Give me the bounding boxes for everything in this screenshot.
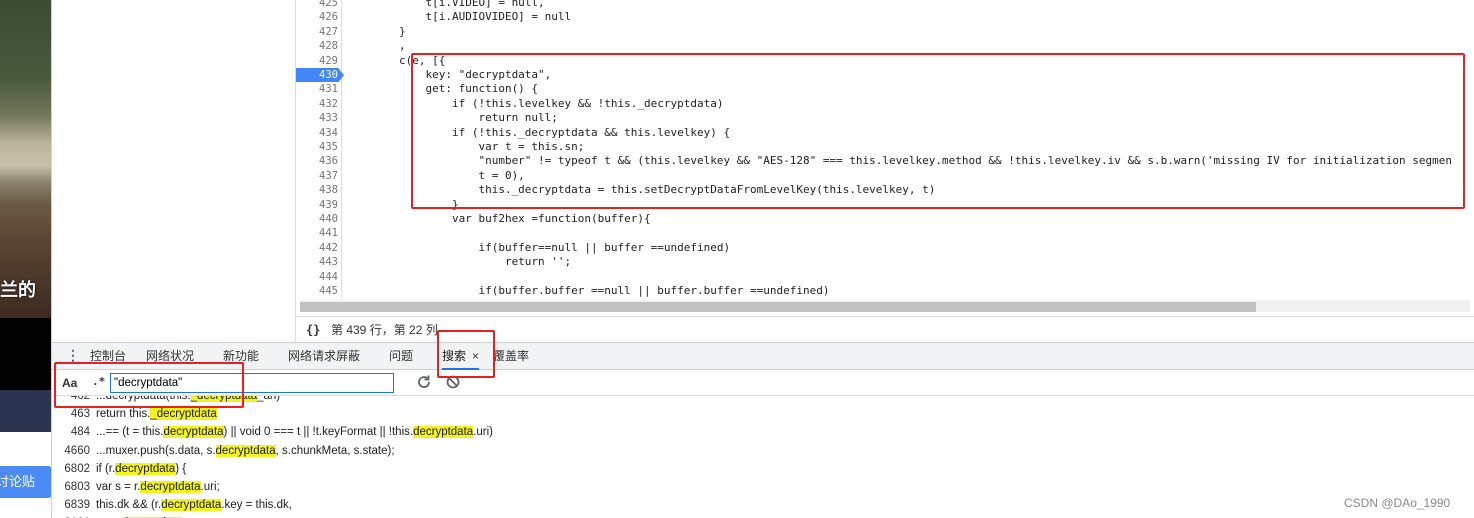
result-line-number: 6839 (64, 499, 90, 512)
video-caption: 兰的 (0, 280, 36, 301)
line-number[interactable]: 443 (296, 255, 338, 269)
sources-file-tree[interactable] (52, 0, 296, 342)
video-thumbnail[interactable] (0, 0, 51, 318)
result-text: ) { (175, 462, 187, 475)
code-line[interactable]: 442 if(buffer==null || buffer ==undefine… (296, 241, 1474, 255)
annotation-box-code (411, 53, 1465, 209)
result-text: var s = r. (96, 481, 141, 493)
code-line[interactable]: 444 (296, 270, 1474, 284)
result-text: , s.chunkMeta, s.state); (275, 444, 395, 457)
result-text: .uri; (200, 481, 220, 493)
pretty-print-button[interactable]: {} (306, 317, 320, 343)
result-text: .uri) (473, 426, 493, 439)
search-result-row[interactable]: 6802 if (r.decryptdata) { (52, 460, 186, 478)
line-number[interactable]: 433 (296, 111, 338, 125)
match-highlight: decryptdata (215, 444, 276, 457)
code-line[interactable]: 426 t[i.AUDIOVIDEO] = null (296, 10, 1474, 24)
search-result-row[interactable]: 4660 ...muxer.push(s.data, s.decryptdata,… (52, 442, 395, 460)
line-number[interactable]: 439 (296, 198, 338, 212)
match-highlight: decryptdata (115, 462, 176, 475)
line-number[interactable]: 432 (296, 97, 338, 111)
line-number[interactable]: 426 (296, 10, 338, 24)
line-number[interactable]: 427 (296, 25, 338, 39)
code-text: if(buffer.buffer ==null || buffer.buffer… (346, 284, 830, 297)
code-text: } (346, 24, 406, 38)
code-text: if(buffer==null || buffer ==undefined) (346, 240, 731, 254)
code-text: var buf2hex =function(buffer){ (346, 212, 651, 225)
watermark: CSDN @DAo_1990 (1344, 496, 1451, 510)
line-number[interactable]: 444 (296, 270, 338, 284)
result-text: return this. (96, 408, 151, 421)
line-number[interactable]: 431 (296, 82, 338, 96)
line-number[interactable]: 435 (296, 140, 338, 154)
result-line-number: 4660 (64, 444, 90, 457)
result-text: .key = this.dk, (221, 499, 292, 512)
refresh-icon[interactable] (416, 374, 432, 390)
tab-coverage[interactable]: 覆盖率 (493, 343, 529, 370)
line-number[interactable]: 437 (296, 169, 338, 183)
result-text: ...== (t = this. (96, 426, 164, 439)
scrollbar-thumb[interactable] (300, 302, 1256, 312)
cursor-position: 第 439 行，第 22 列 (331, 323, 438, 337)
search-result-row[interactable]: 6803 var s = r.decryptdata.uri; (52, 478, 220, 496)
search-toolbar: Aa .* (52, 370, 1474, 396)
search-results: 462 ...decryptdata(this._decryptdata_an) 4… (52, 396, 1474, 518)
result-line-number: 6803 (64, 481, 90, 493)
navy-panel (0, 390, 51, 432)
match-highlight: decryptdata (413, 426, 474, 439)
webpage-preview: 兰的 讨论贴 (0, 0, 52, 518)
tab-network-request-blocking[interactable]: 网络请求屏蔽 (288, 343, 360, 370)
code-text: t[i.AUDIOVIDEO] = null (346, 10, 572, 24)
code-line[interactable]: 440 var buf2hex =function(buffer){ (296, 212, 1474, 226)
code-line[interactable]: 427 } (296, 25, 1474, 39)
code-text: , (346, 39, 406, 53)
search-result-row[interactable]: 484 ...== (t = this.decryptdata) || void … (52, 423, 493, 441)
code-line[interactable]: 428 , (296, 39, 1474, 53)
search-result-row[interactable]: 8161...= r.decryptdata; (52, 514, 185, 518)
line-number[interactable]: 436 (296, 154, 338, 168)
match-highlight: decryptdata (161, 499, 222, 512)
line-number[interactable]: 445 (296, 284, 338, 298)
line-number[interactable]: 442 (296, 241, 338, 255)
annotation-box-search-input (54, 362, 244, 408)
result-text: ...muxer.push(s.data, s. (96, 444, 216, 457)
line-number[interactable]: 438 (296, 183, 338, 197)
result-line-number: 6802 (64, 462, 90, 475)
match-highlight: decryptdata (163, 426, 224, 439)
result-text: this.dk && (r. (96, 499, 162, 512)
line-number[interactable]: 441 (296, 226, 338, 240)
line-number[interactable]: 434 (296, 126, 338, 140)
result-line-number: 8161 (52, 514, 96, 518)
drawer-tabbar: ⋮ 控制台 网络状况 新功能 网络请求屏蔽 问题 搜索 × 覆盖率 (52, 342, 1474, 370)
code-text: return ''; (346, 255, 572, 269)
discuss-button[interactable]: 讨论贴 (0, 466, 51, 498)
line-number[interactable]: 429 (296, 54, 338, 68)
line-number[interactable]: 440 (296, 212, 338, 226)
code-line[interactable]: 441 (296, 226, 1474, 240)
result-text: if (r. (96, 462, 116, 475)
search-result-row[interactable]: 6839 this.dk && (r.decryptdata.key = this… (52, 496, 292, 514)
code-text: t[i.VIDEO] = null, (346, 0, 545, 9)
match-highlight: _decryptdata (150, 408, 217, 421)
tab-issues[interactable]: 问题 (389, 343, 413, 370)
result-text: _an) (257, 396, 281, 402)
code-line[interactable]: 425 t[i.VIDEO] = null, (296, 0, 1474, 10)
annotation-box-search-tab (437, 330, 495, 378)
code-line[interactable]: 443 return ''; (296, 255, 1474, 269)
match-highlight: decryptdata (140, 481, 201, 493)
breakpoint-line-number[interactable]: 430 (296, 68, 344, 83)
line-number[interactable]: 428 (296, 39, 338, 53)
line-number[interactable]: 425 (296, 0, 338, 10)
dark-panel (0, 318, 51, 390)
result-line-number: 484 (70, 426, 90, 439)
horizontal-scrollbar[interactable] (300, 300, 1470, 312)
result-text: ) || void 0 === t || !t.keyFormat || !th… (223, 426, 414, 439)
code-line[interactable]: 445 if(buffer.buffer ==null || buffer.bu… (296, 284, 1474, 298)
